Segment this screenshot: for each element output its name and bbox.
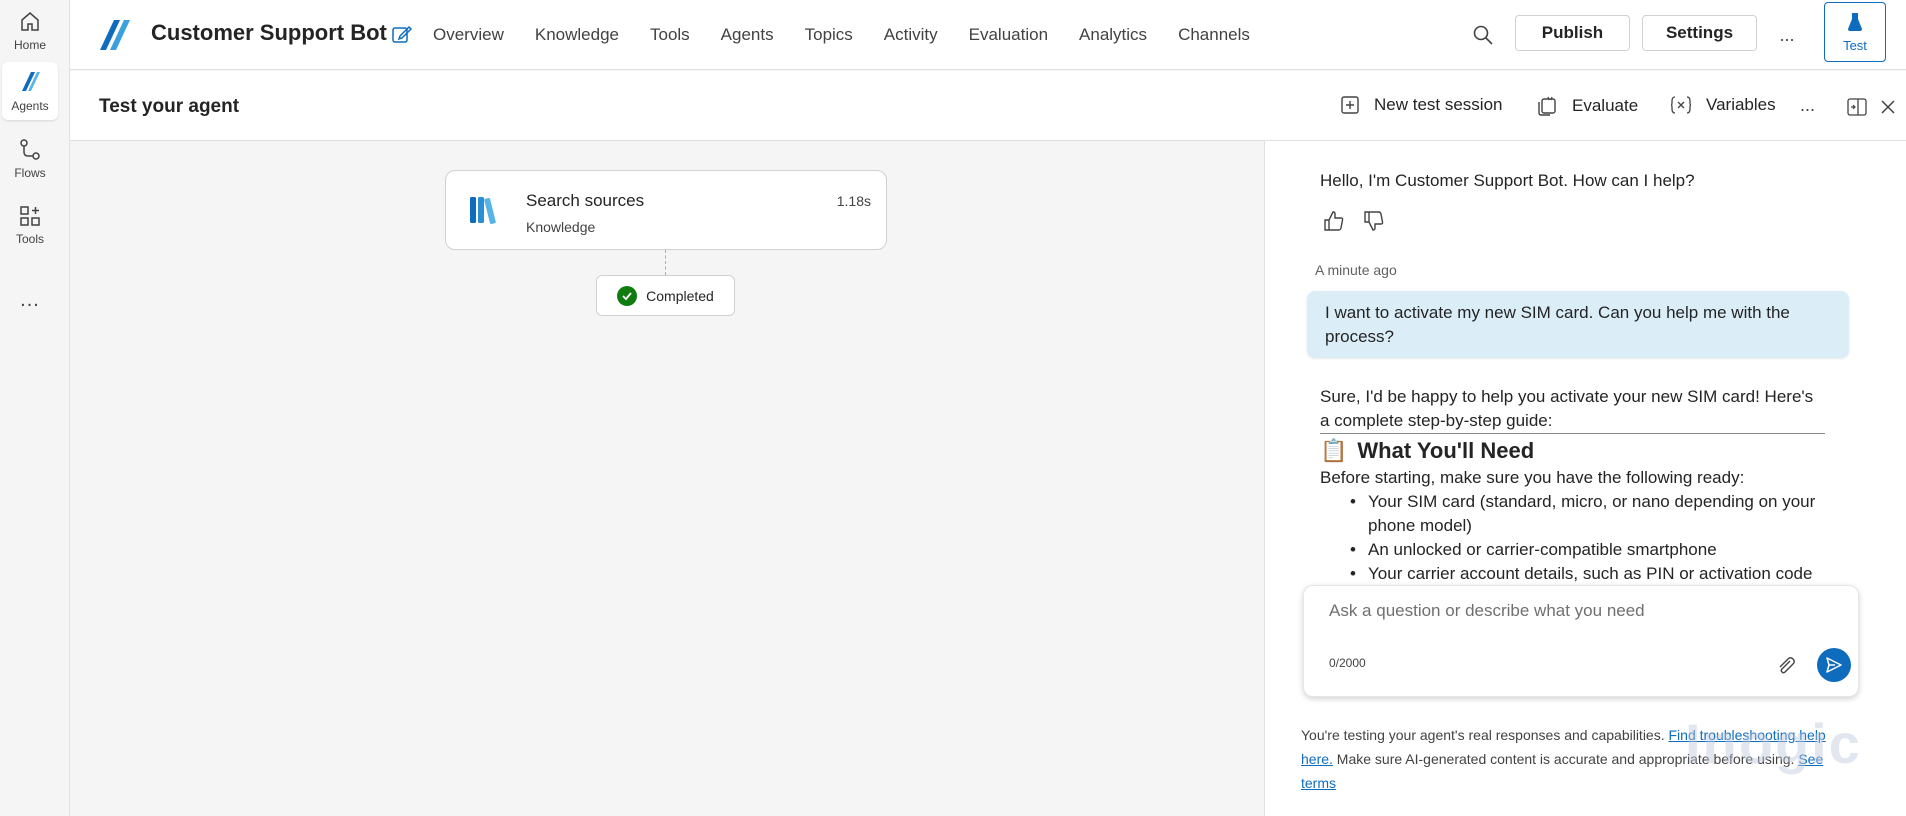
app-title: Customer Support Bot xyxy=(151,20,387,45)
test-panel-title: Test your agent xyxy=(99,96,240,117)
new-test-session-label: New test session xyxy=(1374,95,1503,114)
top-bar: Customer Support Bot Overview Knowledge … xyxy=(70,0,1906,70)
nav-analytics[interactable]: Analytics xyxy=(1079,25,1147,45)
edit-agent-icon[interactable] xyxy=(390,22,414,46)
search-button[interactable] xyxy=(1466,18,1500,52)
list-item: Your SIM card (standard, micro, or nano … xyxy=(1350,490,1825,538)
more-options-button[interactable]: ... xyxy=(1770,18,1804,52)
settings-button[interactable]: Settings xyxy=(1642,15,1757,51)
list-item: An unlocked or carrier-compatible smartp… xyxy=(1350,538,1825,562)
nav-topics[interactable]: Topics xyxy=(805,25,853,45)
agents-icon xyxy=(22,72,40,91)
top-nav: Overview Knowledge Tools Agents Topics A… xyxy=(433,0,1281,70)
left-rail: Home Agents Flows Tools ... xyxy=(0,0,70,816)
rail-flows-label: Flows xyxy=(14,166,46,180)
disclaimer-text-1: You're testing your agent's real respons… xyxy=(1301,727,1669,743)
nav-evaluation[interactable]: Evaluation xyxy=(969,25,1048,45)
app-logo-icon xyxy=(100,20,130,50)
panel-layout-icon xyxy=(1847,98,1867,116)
rail-home-label: Home xyxy=(13,38,46,52)
message-timestamp: A minute ago xyxy=(1315,262,1397,278)
nav-knowledge[interactable]: Knowledge xyxy=(535,25,619,45)
thumbs-down-icon[interactable] xyxy=(1362,209,1386,233)
thumbs-up-icon[interactable] xyxy=(1322,209,1346,233)
node-subtitle: Knowledge xyxy=(526,219,596,235)
search-sources-node[interactable]: Search sources Knowledge 1.18s xyxy=(445,170,887,250)
rail-tools-label: Tools xyxy=(15,232,44,246)
bot-response: Sure, I'd be happy to help you activate … xyxy=(1320,385,1825,586)
message-composer[interactable]: Ask a question or describe what you need… xyxy=(1303,585,1859,697)
rail-tools[interactable]: Tools xyxy=(2,196,58,254)
rail-flows[interactable]: Flows xyxy=(2,130,58,188)
node-title: Search sources xyxy=(526,191,645,210)
attach-icon[interactable] xyxy=(1774,654,1798,678)
variables-button[interactable]: Variables xyxy=(1670,95,1776,115)
node-connector xyxy=(665,250,666,275)
clipboard-icon: 📋 xyxy=(1320,438,1348,463)
response-heading-text: What You'll Need xyxy=(1357,438,1535,463)
evaluate-button[interactable]: Evaluate xyxy=(1536,95,1638,117)
status-badge: Completed xyxy=(596,275,735,316)
test-panel-more-button[interactable]: ... xyxy=(1800,95,1815,116)
character-counter: 0/2000 xyxy=(1329,656,1366,670)
user-message-bubble: I want to activate my new SIM card. Can … xyxy=(1307,291,1849,358)
requirements-list: Your SIM card (standard, micro, or nano … xyxy=(1350,490,1825,586)
close-panel-button[interactable] xyxy=(1877,96,1899,118)
publish-button[interactable]: Publish xyxy=(1515,15,1630,51)
flows-icon xyxy=(20,139,40,160)
activity-canvas: Search sources Knowledge 1.18s Completed xyxy=(70,141,1264,816)
node-duration: 1.18s xyxy=(836,193,871,209)
rail-agents-label: Agents xyxy=(11,99,49,113)
add-square-icon xyxy=(1341,96,1359,114)
check-circle-icon xyxy=(617,285,638,306)
search-icon xyxy=(1473,25,1493,45)
test-panel-header: Test your agent New test session Evaluat… xyxy=(70,71,1906,141)
nav-channels[interactable]: Channels xyxy=(1178,25,1250,45)
response-intro: Sure, I'd be happy to help you activate … xyxy=(1320,387,1814,430)
tools-icon xyxy=(20,206,40,226)
nav-tools[interactable]: Tools xyxy=(650,25,690,45)
rail-more-button[interactable]: ... xyxy=(2,286,58,314)
nav-activity[interactable]: Activity xyxy=(884,25,938,45)
message-input[interactable]: Ask a question or describe what you need xyxy=(1329,601,1645,621)
variables-label: Variables xyxy=(1706,95,1776,114)
home-icon xyxy=(21,12,39,31)
response-heading: 📋 What You'll Need xyxy=(1320,436,1825,466)
test-button-label: Test xyxy=(1843,37,1867,53)
evaluate-label: Evaluate xyxy=(1572,96,1639,115)
list-item: Your carrier account details, such as PI… xyxy=(1350,562,1825,586)
test-button[interactable]: Test xyxy=(1824,2,1886,62)
response-divider xyxy=(1320,433,1825,434)
bot-greeting-message: Hello, I'm Customer Support Bot. How can… xyxy=(1320,171,1695,190)
disclaimer: You're testing your agent's real respons… xyxy=(1301,723,1861,795)
rail-home[interactable]: Home xyxy=(2,2,58,60)
status-label: Completed xyxy=(646,287,714,304)
chat-panel: Hello, I'm Customer Support Bot. How can… xyxy=(1264,141,1906,816)
send-button[interactable] xyxy=(1817,648,1851,682)
flask-icon xyxy=(1848,12,1862,31)
nav-agents[interactable]: Agents xyxy=(721,25,774,45)
dock-panel-button[interactable] xyxy=(1846,96,1868,118)
new-test-session-button[interactable]: New test session xyxy=(1340,95,1503,115)
response-pre-list: Before starting, make sure you have the … xyxy=(1320,468,1745,487)
send-icon xyxy=(1826,657,1842,673)
nav-overview[interactable]: Overview xyxy=(433,25,504,45)
evaluate-icon xyxy=(1538,96,1556,116)
variable-icon xyxy=(1670,96,1692,114)
disclaimer-text-2: Make sure AI-generated content is accura… xyxy=(1332,751,1799,767)
library-books-icon xyxy=(470,197,496,225)
rail-agents[interactable]: Agents xyxy=(2,62,58,120)
close-icon xyxy=(1881,100,1895,114)
